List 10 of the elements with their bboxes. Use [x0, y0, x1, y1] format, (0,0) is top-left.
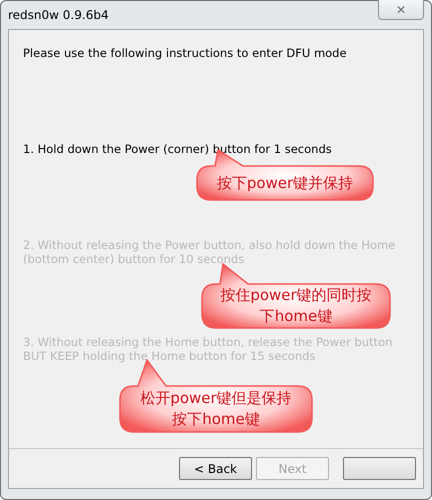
instruction-heading: Please use the following instructions to enter DFU mode: [23, 46, 348, 60]
window-title: redsn0w 0.9.6b4: [8, 8, 109, 22]
close-button[interactable]: ✕: [378, 0, 424, 20]
callout-text: 按下power键并保持: [216, 172, 354, 194]
instruction-step: 3. Without releasing the Home button, release the Power button BUT KEEP holding the Home button for 15 seconds: [23, 335, 409, 363]
wizard-button[interactable]: [343, 457, 416, 480]
callout-text: 按住power键的同时按下home键: [219, 285, 373, 327]
callout-text: 松开power键但是保持按下home键: [139, 388, 293, 430]
instruction-step: 2. Without releasing the Power button, also hold down the Home (bottom center) button for 10 seconds: [23, 238, 409, 266]
wizard-button[interactable]: < Back: [179, 457, 252, 480]
